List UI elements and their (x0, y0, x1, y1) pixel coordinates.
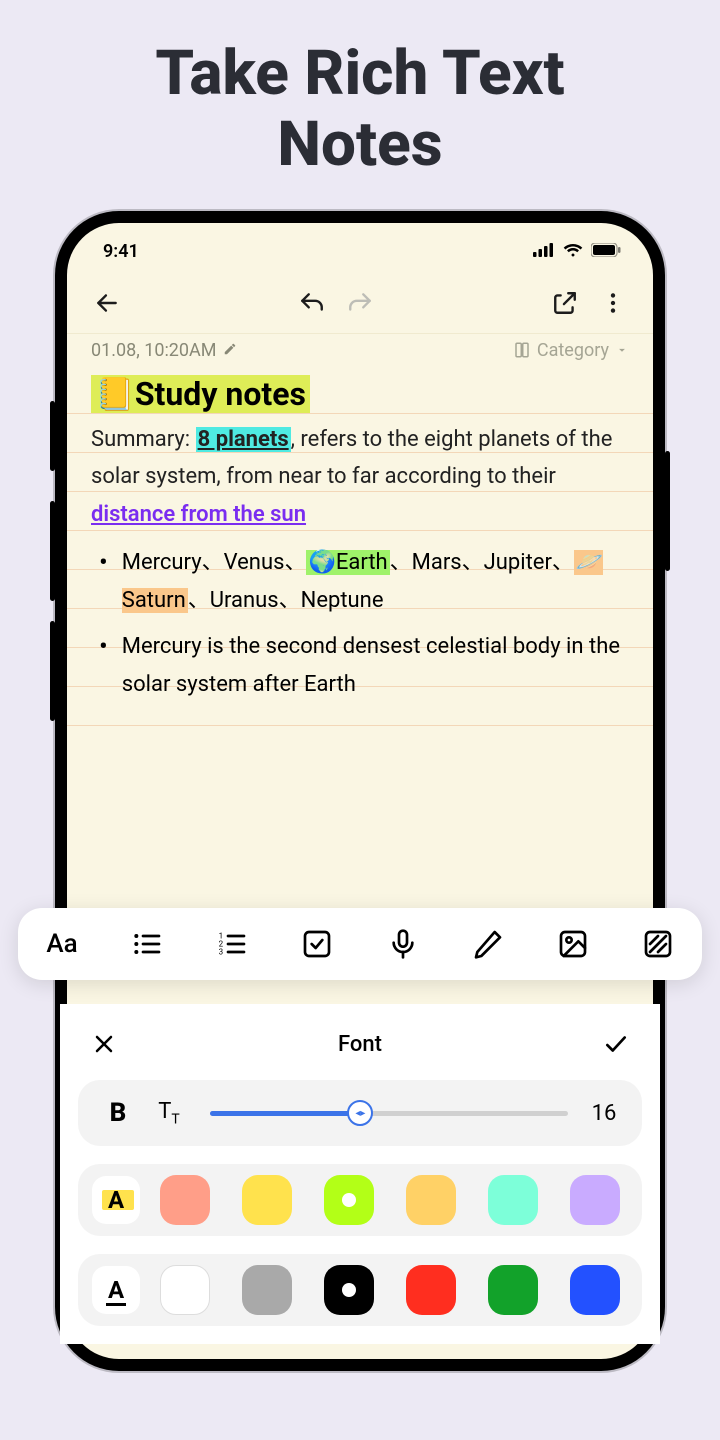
text-color-swatch[interactable] (406, 1265, 456, 1315)
status-time: 9:41 (103, 241, 139, 262)
font-size-slider[interactable]: ◂▸ (210, 1101, 568, 1125)
category-selector[interactable]: Category (513, 340, 629, 361)
svg-text:3: 3 (219, 948, 224, 957)
redo-button[interactable] (340, 283, 380, 323)
font-size-row: B TT ◂▸ 16 (78, 1080, 642, 1146)
font-tool[interactable]: Aa (40, 922, 84, 966)
editor-toolbar: Aa 123 (18, 908, 702, 980)
numbered-list-tool[interactable]: 123 (210, 922, 254, 966)
note-meta: 01.08, 10:20AM Category (67, 333, 653, 369)
list-item[interactable]: Mercury、Venus、🌍Earth、Mars、Jupiter、🪐Satur… (95, 544, 629, 620)
note-title[interactable]: 📒Study notes (91, 375, 310, 413)
note-timestamp: 01.08, 10:20AM (91, 340, 217, 361)
signal-icon (533, 242, 555, 261)
text-color-mode-icon[interactable]: A (92, 1266, 140, 1314)
note-editor[interactable]: 📒Study notes Summary: 8 planets, refers … (67, 369, 653, 732)
text-color-swatch[interactable] (570, 1265, 620, 1315)
bold-button[interactable]: B (96, 1098, 140, 1128)
edit-timestamp-icon[interactable] (223, 340, 237, 361)
highlight-swatch[interactable] (570, 1175, 620, 1225)
highlight-mode-icon[interactable]: A (92, 1176, 140, 1224)
text-color-swatch[interactable] (488, 1265, 538, 1315)
bullet-list-tool[interactable] (125, 922, 169, 966)
bullet-list[interactable]: Mercury、Venus、🌍Earth、Mars、Jupiter、🪐Satur… (91, 544, 629, 703)
battery-icon (591, 242, 621, 261)
background-tool[interactable] (636, 922, 680, 966)
highlight-swatch[interactable] (160, 1175, 210, 1225)
hero-title: Take Rich TextNotes (0, 0, 720, 211)
font-size-value: 16 (584, 1101, 624, 1126)
highlight-swatch[interactable] (488, 1175, 538, 1225)
font-panel: Font B TT ◂▸ 16 A A (60, 1004, 660, 1344)
highlight-color-row: A (78, 1164, 642, 1236)
app-toolbar (67, 273, 653, 333)
confirm-button[interactable] (598, 1026, 634, 1062)
note-summary[interactable]: Summary: 8 planets, refers to the eight … (91, 421, 629, 534)
image-tool[interactable] (551, 922, 595, 966)
back-button[interactable] (87, 283, 127, 323)
panel-title: Font (338, 1032, 382, 1057)
highlighted-text: 8 planets (196, 427, 291, 452)
undo-button[interactable] (292, 283, 332, 323)
status-bar: 9:41 (67, 223, 653, 273)
highlight-swatch[interactable] (242, 1175, 292, 1225)
voice-tool[interactable] (381, 922, 425, 966)
highlight-swatch[interactable] (406, 1175, 456, 1225)
list-item[interactable]: Mercury is the second densest celestial … (95, 628, 629, 704)
share-button[interactable] (545, 283, 585, 323)
text-color-swatch[interactable] (324, 1265, 374, 1315)
wifi-icon (563, 242, 583, 261)
text-size-icon[interactable]: TT (144, 1099, 194, 1127)
text-color-row: A (78, 1254, 642, 1326)
draw-tool[interactable] (466, 922, 510, 966)
highlight-swatch[interactable] (324, 1175, 374, 1225)
text-color-swatch[interactable] (160, 1265, 210, 1315)
close-button[interactable] (86, 1026, 122, 1062)
checkbox-tool[interactable] (295, 922, 339, 966)
note-link[interactable]: distance from the sun (91, 502, 306, 527)
text-color-swatch[interactable] (242, 1265, 292, 1315)
more-button[interactable] (593, 283, 633, 323)
